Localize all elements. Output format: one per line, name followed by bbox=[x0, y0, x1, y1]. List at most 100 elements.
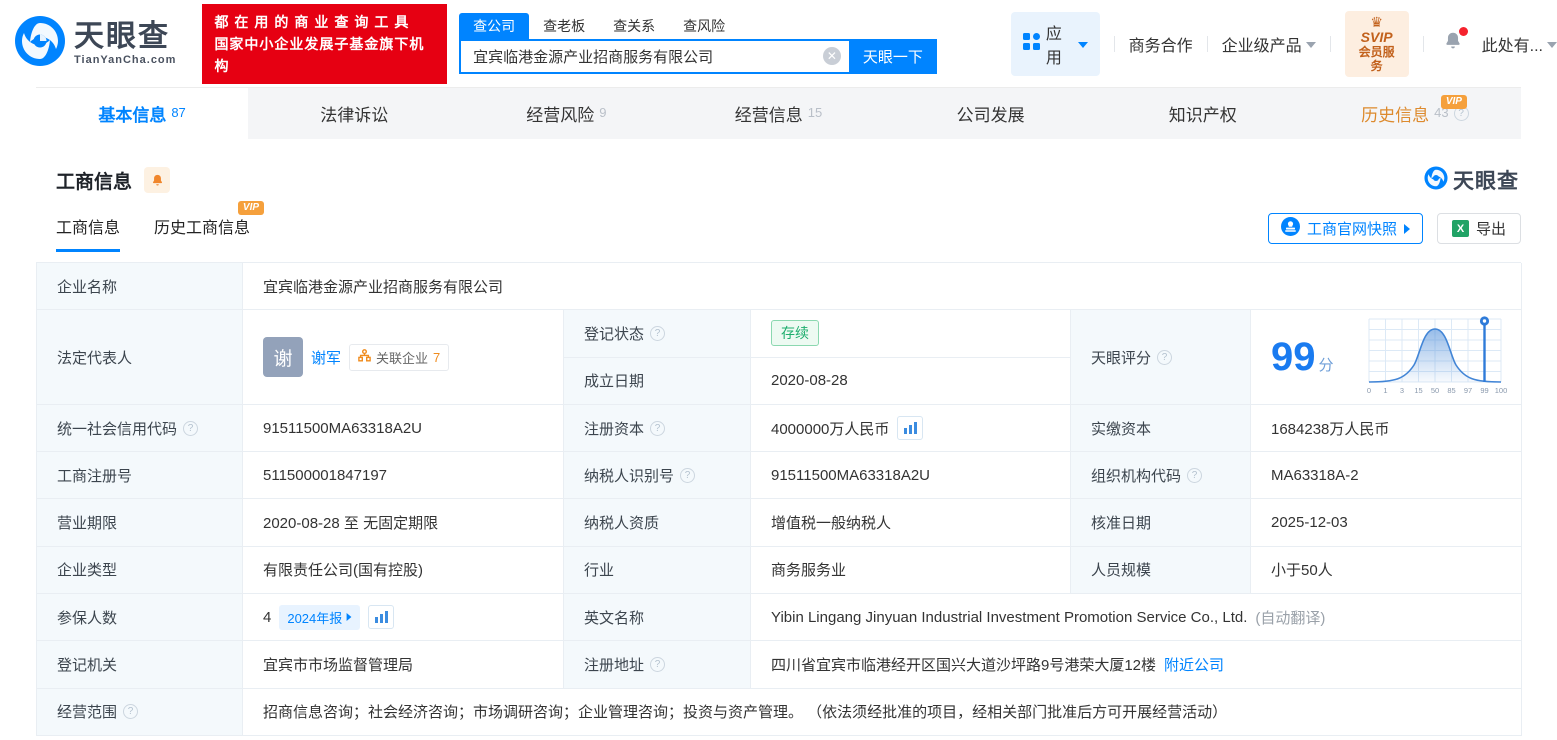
approval-date-label: 核准日期 bbox=[1071, 499, 1251, 547]
tab-operation-risk[interactable]: 经营风险 9 bbox=[460, 88, 672, 139]
staff-size-value: 小于50人 bbox=[1251, 546, 1522, 595]
company-name-label: 企业名称 bbox=[37, 263, 243, 311]
nearby-companies-link[interactable]: 附近公司 bbox=[1164, 654, 1224, 675]
tab-legal[interactable]: 法律诉讼 bbox=[248, 88, 460, 139]
tab-basic-info[interactable]: 基本信息 87 bbox=[36, 88, 249, 139]
taxpayer-qualification-value: 增值税一般纳税人 bbox=[751, 499, 1071, 547]
score-distribution-chart[interactable]: 0 1 3 15 50 85 97 99 100 bbox=[1359, 313, 1509, 401]
tab-operation-info[interactable]: 经营信息 15 bbox=[672, 88, 884, 139]
section-header: 工商信息 天眼查 bbox=[36, 165, 1521, 195]
company-type-label: 企业类型 bbox=[37, 546, 243, 595]
logo-title: 天眼查 bbox=[74, 19, 170, 53]
score-label: 天眼评分? bbox=[1071, 310, 1251, 405]
arrow-right-icon bbox=[346, 613, 352, 622]
business-scope-label: 经营范围? bbox=[37, 688, 243, 736]
export-button[interactable]: X 导出 bbox=[1436, 213, 1521, 244]
svg-text:1: 1 bbox=[1383, 386, 1387, 395]
legal-rep-value: 谢 谢军 关联企业 7 bbox=[243, 310, 564, 405]
help-icon[interactable]: ? bbox=[183, 420, 199, 436]
search-tab-company[interactable]: 查公司 bbox=[459, 12, 530, 39]
nav-enterprise[interactable]: 企业级产品 bbox=[1222, 32, 1316, 56]
section-title: 工商信息 bbox=[56, 171, 133, 193]
reg-number-value: 511500001847197 bbox=[243, 452, 564, 500]
tab-intellectual-property[interactable]: 知识产权 bbox=[1097, 88, 1309, 139]
apps-label: 应用 bbox=[1045, 25, 1062, 67]
avatar[interactable]: 谢 bbox=[263, 337, 303, 378]
insured-trend-icon[interactable] bbox=[368, 605, 395, 630]
monitor-bell-icon[interactable] bbox=[144, 167, 171, 193]
reg-status-value: 存续 bbox=[751, 310, 1071, 358]
clear-search-icon[interactable]: ✕ bbox=[822, 47, 841, 65]
subtab-business-info[interactable]: 工商信息 bbox=[56, 214, 121, 252]
company-type-value: 有限责任公司(国有控股) bbox=[243, 546, 564, 595]
annual-report-badge[interactable]: 2024年报 bbox=[279, 604, 361, 630]
notification-bell-icon[interactable] bbox=[1442, 27, 1468, 57]
tab-label: 基本信息 bbox=[98, 106, 167, 125]
search-tabs: 查公司 查老板 查关系 查风险 bbox=[459, 12, 937, 39]
paid-capital-value: 1684238万人民币 bbox=[1251, 404, 1522, 453]
help-icon[interactable]: ? bbox=[1157, 349, 1173, 365]
chevron-down-icon bbox=[1305, 41, 1316, 48]
tab-label: 法律诉讼 bbox=[320, 106, 389, 125]
related-companies-badge[interactable]: 关联企业 7 bbox=[349, 343, 450, 371]
promo-line2: 国家中小企业发展子基金旗下机构 bbox=[214, 35, 425, 74]
tab-company-development[interactable]: 公司发展 bbox=[885, 88, 1097, 139]
help-icon[interactable]: ? bbox=[123, 704, 139, 720]
search-button[interactable]: 天眼一下 bbox=[848, 38, 937, 74]
vip-badge: VIP bbox=[1440, 95, 1467, 109]
svg-text:15: 15 bbox=[1414, 386, 1422, 395]
official-snapshot-button[interactable]: 工商官网快照 bbox=[1267, 213, 1423, 244]
user-menu-label: 此处有... bbox=[1481, 37, 1543, 55]
uscc-label: 统一社会信用代码? bbox=[37, 404, 243, 453]
chevron-down-icon bbox=[1546, 41, 1557, 48]
help-icon[interactable]: ? bbox=[650, 325, 666, 341]
stamp-icon bbox=[1280, 217, 1300, 240]
nav-cooperation[interactable]: 商务合作 bbox=[1129, 32, 1193, 56]
related-label: 关联企业 bbox=[376, 350, 429, 366]
registered-capital-label: 注册资本? bbox=[564, 404, 751, 453]
svg-text:3: 3 bbox=[1400, 386, 1404, 395]
user-menu[interactable]: 此处有... bbox=[1482, 32, 1557, 56]
divider bbox=[1329, 35, 1331, 52]
search-tab-relation[interactable]: 查关系 bbox=[599, 13, 669, 39]
english-name-value: Yibin Lingang Jinyuan Industrial Investm… bbox=[751, 594, 1522, 642]
business-term-value: 2020-08-28 至 无固定期限 bbox=[243, 499, 564, 547]
annual-report-label: 2024年报 bbox=[287, 610, 343, 626]
chevron-down-icon bbox=[1077, 41, 1088, 48]
search-tab-risk[interactable]: 查风险 bbox=[669, 13, 739, 39]
svg-text:99: 99 bbox=[1480, 386, 1488, 395]
legal-rep-link[interactable]: 谢军 bbox=[311, 347, 341, 368]
taxpayer-qualification-label: 纳税人资质 bbox=[564, 499, 751, 547]
reg-number-label: 工商注册号 bbox=[37, 452, 243, 500]
section-actions: 工商官网快照 X 导出 bbox=[1267, 213, 1521, 252]
search-input[interactable] bbox=[473, 47, 823, 65]
tab-label: 公司发展 bbox=[956, 106, 1025, 125]
english-name-label: 英文名称 bbox=[564, 594, 751, 642]
help-icon[interactable]: ? bbox=[1187, 467, 1203, 483]
insured-count-label: 参保人数 bbox=[37, 594, 243, 642]
search-area: 查公司 查老板 查关系 查风险 ✕ 天眼一下 bbox=[459, 12, 937, 74]
promo-line1: 都在用的商业查询工具 bbox=[214, 13, 415, 30]
reg-status-label: 登记状态? bbox=[564, 310, 751, 358]
help-icon[interactable]: ? bbox=[650, 420, 666, 436]
subtab-history-business-info[interactable]: 历史工商信息 VIP bbox=[154, 200, 265, 252]
promo-banner: 都在用的商业查询工具 国家中小企业发展子基金旗下机构 bbox=[202, 3, 448, 84]
status-badge: 存续 bbox=[771, 320, 819, 347]
search-tab-boss[interactable]: 查老板 bbox=[529, 13, 599, 39]
business-scope-value: 招商信息咨询；社会经济咨询；市场调研咨询；企业管理咨询；投资与资产管理。 （依法… bbox=[243, 688, 1522, 736]
divider bbox=[1206, 35, 1208, 52]
capital-trend-icon[interactable] bbox=[897, 416, 924, 441]
vip-badge: VIP bbox=[237, 200, 265, 215]
tab-count: 15 bbox=[807, 105, 823, 120]
export-label: 导出 bbox=[1475, 221, 1506, 238]
apps-menu[interactable]: 应用 bbox=[1010, 11, 1100, 76]
svg-text:50: 50 bbox=[1431, 386, 1439, 395]
tab-history-info[interactable]: VIP 历史信息 43 ? bbox=[1309, 88, 1521, 139]
help-icon[interactable]: ? bbox=[680, 467, 696, 483]
paid-capital-label: 实缴资本 bbox=[1071, 404, 1251, 453]
tianyancha-logo[interactable]: 天眼查 TianYanCha.com bbox=[14, 15, 176, 72]
staff-size-label: 人员规模 bbox=[1071, 546, 1251, 595]
help-icon[interactable]: ? bbox=[650, 657, 666, 673]
svip-member-button[interactable]: ♛ SVIP 会员服务 bbox=[1344, 10, 1409, 77]
industry-value: 商务服务业 bbox=[751, 546, 1071, 595]
